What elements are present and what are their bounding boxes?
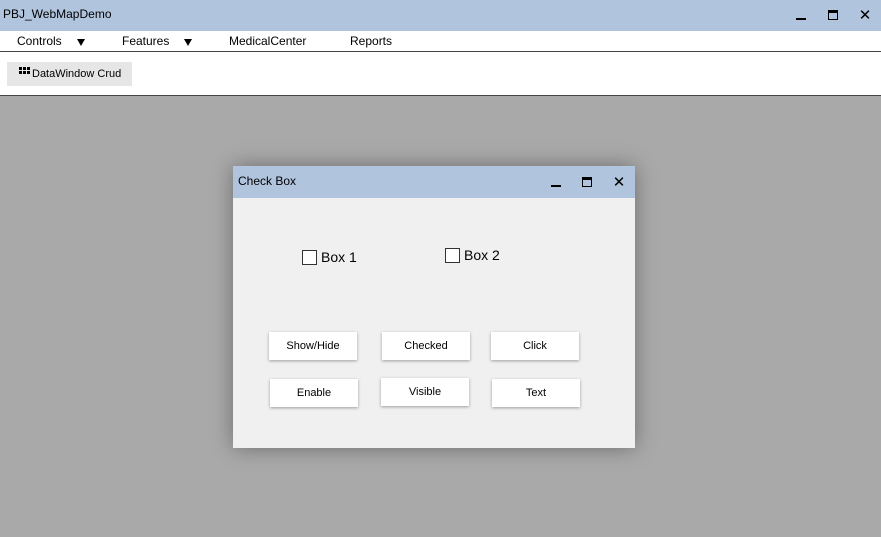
menu-item-label: Reports xyxy=(350,34,393,48)
tab-datawindow-crud[interactable]: DataWindow Crud xyxy=(7,62,132,86)
visible-button[interactable]: Visible xyxy=(381,378,469,406)
tab-label: DataWindow Crud xyxy=(32,68,122,80)
minimize-icon xyxy=(796,18,806,20)
click-button[interactable]: Click xyxy=(491,332,579,360)
window-title: PBJ_WebMapDemo xyxy=(3,7,112,21)
menu-item-label: Features xyxy=(122,34,170,48)
menu-item-reports[interactable]: Reports xyxy=(350,34,392,48)
checkbox-label: Box 2 xyxy=(464,247,500,263)
dropdown-arrow-icon xyxy=(77,39,85,46)
menu-item-medicalcenter[interactable]: MedicalCenter xyxy=(229,34,306,48)
dialog-title: Check Box xyxy=(238,174,297,188)
dialog-maximize-button[interactable] xyxy=(578,173,596,191)
close-icon: ✕ xyxy=(612,173,626,191)
menu-item-controls[interactable]: Controls xyxy=(17,34,85,48)
maximize-button[interactable] xyxy=(824,6,842,24)
menu-item-features[interactable]: Features xyxy=(122,34,192,48)
menu-bar: Controls Features MedicalCenter Reports xyxy=(0,31,881,51)
minimize-button[interactable] xyxy=(792,6,810,24)
checked-button[interactable]: Checked xyxy=(382,332,470,360)
dialog-close-button[interactable]: ✕ xyxy=(610,173,628,191)
dialog-titlebar: Check Box ✕ xyxy=(233,166,635,198)
menu-item-label: Controls xyxy=(17,34,62,48)
dropdown-arrow-icon xyxy=(184,39,192,46)
checkbox-box2[interactable]: Box 2 xyxy=(445,247,500,263)
maximize-icon xyxy=(828,10,838,20)
main-titlebar: PBJ_WebMapDemo ✕ xyxy=(0,0,881,31)
checkbox-label: Box 1 xyxy=(321,249,357,265)
close-button[interactable]: ✕ xyxy=(856,6,874,24)
checkbox-square[interactable] xyxy=(445,247,460,263)
show-hide-button[interactable]: Show/Hide xyxy=(269,332,357,360)
menu-item-label: MedicalCenter xyxy=(229,34,307,48)
dialog-minimize-button[interactable] xyxy=(547,173,565,191)
enable-button[interactable]: Enable xyxy=(270,379,358,407)
toolbar: DataWindow Crud xyxy=(0,51,881,96)
maximize-icon xyxy=(582,177,592,187)
check-box-dialog: Check Box ✕ Box 1 Box 2 Show/Hide Checke… xyxy=(233,166,635,448)
checkbox-box1[interactable]: Box 1 xyxy=(302,249,357,265)
close-icon: ✕ xyxy=(858,6,872,24)
checkbox-square[interactable] xyxy=(302,249,317,265)
minimize-icon xyxy=(551,185,561,187)
text-button[interactable]: Text xyxy=(492,379,580,407)
grid-icon xyxy=(19,66,30,74)
